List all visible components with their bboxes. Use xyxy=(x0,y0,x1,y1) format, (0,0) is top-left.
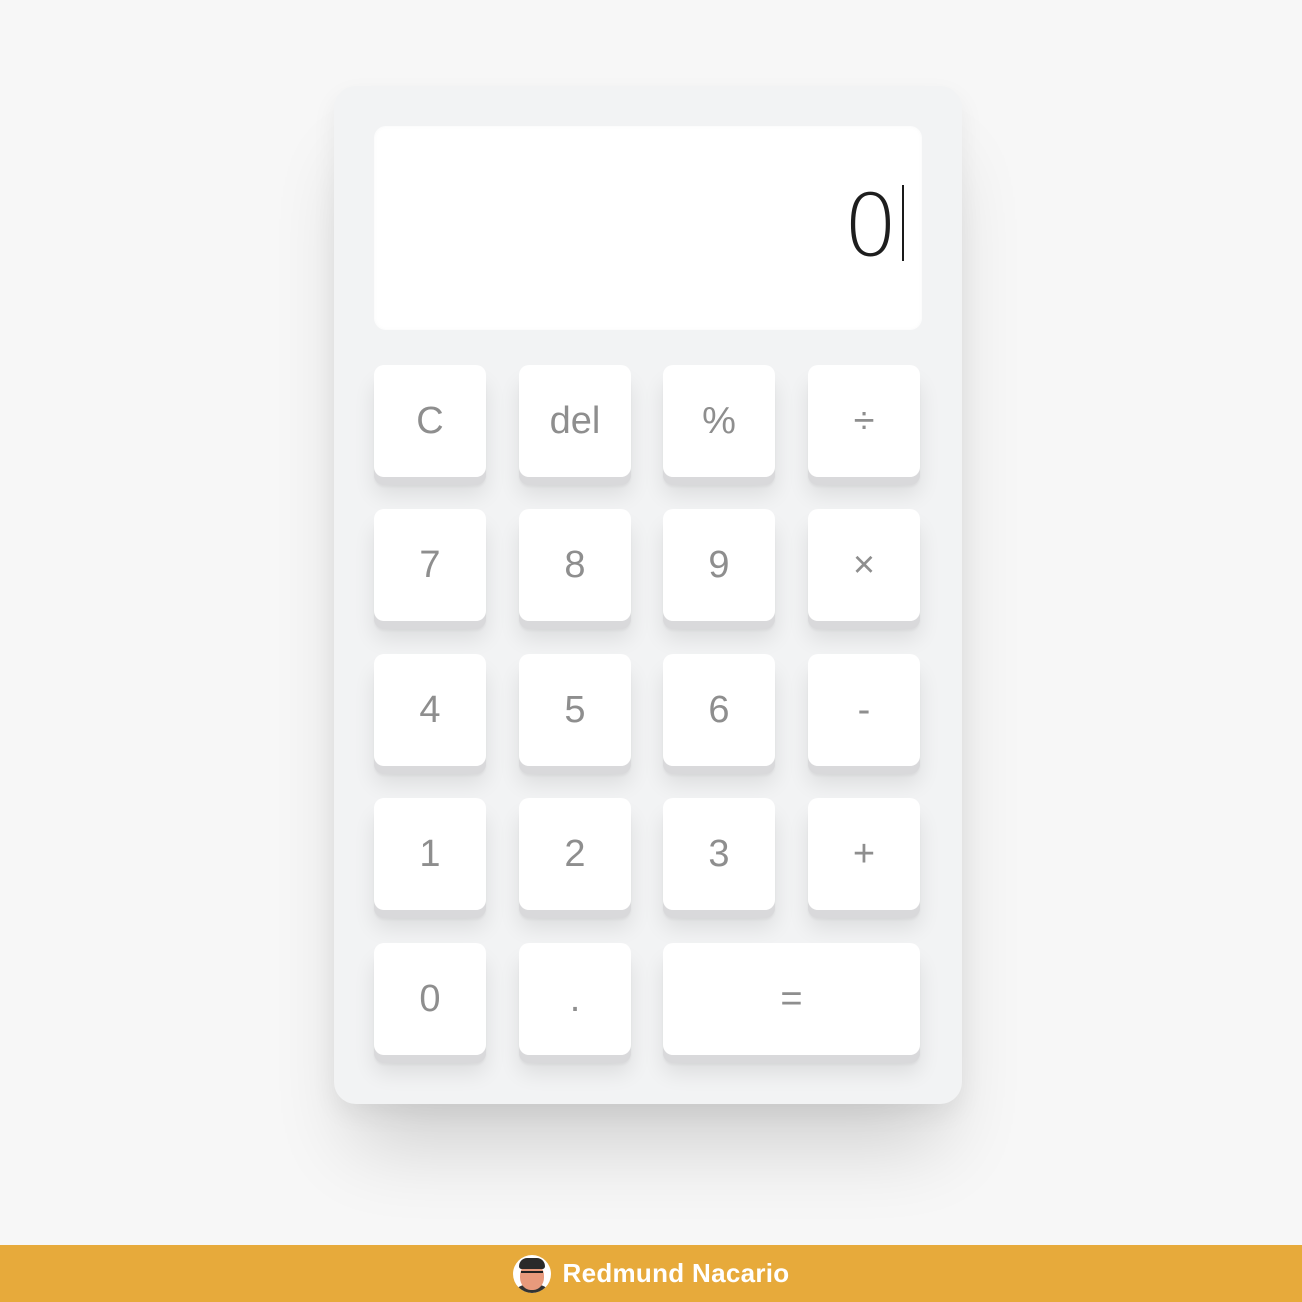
digit-4-label: 4 xyxy=(419,689,441,731)
clear-button[interactable]: C xyxy=(374,365,486,477)
author-footer: Redmund Nacario xyxy=(0,1245,1302,1302)
calculator-display: 0 xyxy=(374,126,922,330)
add-button-label: + xyxy=(852,833,876,875)
avatar xyxy=(512,1254,551,1293)
delete-button[interactable]: del xyxy=(519,365,631,477)
digit-7-button[interactable]: 7 xyxy=(374,509,486,621)
digit-4-button[interactable]: 4 xyxy=(374,654,486,766)
percent-button[interactable]: % xyxy=(663,365,775,477)
digit-8-label: 8 xyxy=(564,544,586,586)
multiply-button[interactable]: × xyxy=(808,509,920,621)
digit-2-label: 2 xyxy=(564,833,586,875)
digit-2-button[interactable]: 2 xyxy=(519,798,631,910)
subtract-button[interactable]: - xyxy=(808,654,920,766)
divide-button-label: ÷ xyxy=(853,400,875,442)
digit-1-button[interactable]: 1 xyxy=(374,798,486,910)
digit-5-label: 5 xyxy=(564,689,586,731)
digit-0-label: 0 xyxy=(419,978,441,1020)
display-value: 0 xyxy=(843,176,900,276)
digit-9-label: 9 xyxy=(708,544,730,586)
text-caret xyxy=(902,185,904,261)
percent-button-label: % xyxy=(702,400,736,442)
digit-3-label: 3 xyxy=(708,833,730,875)
page: 0 C del % ÷ 7 8 9 × 4 5 6 - 1 2 3 + 0 . … xyxy=(0,0,1302,1302)
digit-5-button[interactable]: 5 xyxy=(519,654,631,766)
digit-0-button[interactable]: 0 xyxy=(374,943,486,1055)
digit-6-button[interactable]: 6 xyxy=(663,654,775,766)
digit-8-button[interactable]: 8 xyxy=(519,509,631,621)
equals-button[interactable]: = xyxy=(663,943,920,1055)
add-button[interactable]: + xyxy=(808,798,920,910)
delete-button-label: del xyxy=(549,400,601,442)
clear-button-label: C xyxy=(416,400,444,442)
decimal-button-label: . xyxy=(569,978,581,1020)
subtract-button-label: - xyxy=(857,689,871,731)
calculator-body: 0 C del % ÷ 7 8 9 × 4 5 6 - 1 2 3 + 0 . … xyxy=(334,86,962,1104)
divide-button[interactable]: ÷ xyxy=(808,365,920,477)
decimal-button[interactable]: . xyxy=(519,943,631,1055)
equals-button-label: = xyxy=(780,978,803,1020)
digit-3-button[interactable]: 3 xyxy=(663,798,775,910)
multiply-button-label: × xyxy=(852,544,876,586)
display-readout: 0 xyxy=(843,176,904,276)
digit-1-label: 1 xyxy=(419,833,441,875)
digit-6-label: 6 xyxy=(708,689,730,731)
avatar-hair xyxy=(518,1257,545,1269)
digit-9-button[interactable]: 9 xyxy=(663,509,775,621)
avatar-glasses xyxy=(520,1270,543,1278)
author-name: Redmund Nacario xyxy=(562,1258,790,1288)
digit-7-label: 7 xyxy=(419,544,441,586)
